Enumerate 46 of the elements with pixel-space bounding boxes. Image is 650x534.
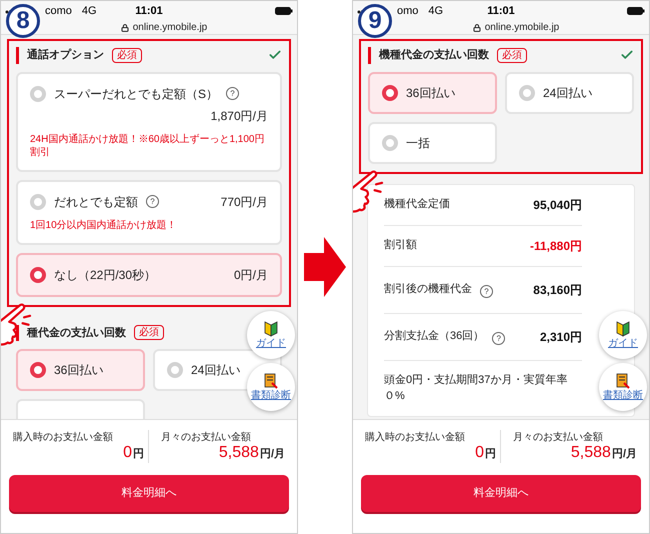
required-badge: 必須: [112, 48, 142, 63]
price-label: 頭金0円・支払期間37か月・実質年率０%: [384, 372, 568, 404]
summary-unit: 円: [485, 447, 496, 462]
summary-label: 購入時のお支払い金額: [365, 430, 466, 445]
option-price: 770円/月: [220, 194, 268, 210]
carrier-name: omo: [397, 4, 418, 19]
summary-unit: 円/月: [612, 447, 637, 462]
option-label: 一括: [406, 134, 430, 152]
option-label: 24回払い: [543, 84, 592, 102]
section-title: 機種代金の支払い回数: [368, 47, 489, 64]
option-label: だれとでも定額: [54, 194, 138, 210]
summary-amount: 5,588: [218, 445, 259, 461]
carrier-name: como: [45, 4, 72, 19]
option-price: 0円/月: [234, 266, 268, 284]
price-value: 95,040円: [533, 196, 582, 214]
option-price: 1,870円/月: [210, 108, 268, 124]
price-label: 割引額: [384, 238, 417, 254]
option-note: 24H国内通話かけ放題！※60歳以上ずーっと1,100円割引: [30, 132, 266, 158]
summary-amount: 0: [123, 445, 132, 461]
option-label: スーパーだれとでも定額（S）: [54, 86, 218, 102]
price-value: -11,880円: [530, 238, 582, 254]
network-type: 4G: [82, 4, 97, 19]
clock-time: 11:01: [134, 4, 164, 19]
summary-label: 月々のお支払い金額: [513, 430, 604, 445]
summary-unit: 円/月: [260, 447, 285, 462]
price-label: 分割支払金（36回）: [384, 328, 484, 344]
summary-amount: 0: [475, 445, 484, 461]
price-value: 83,160円: [533, 282, 582, 298]
network-type: 4G: [428, 4, 444, 19]
section-title: 通話オプション: [16, 47, 104, 64]
required-badge: 必須: [497, 48, 527, 63]
required-badge: 必須: [134, 325, 164, 340]
option-label: 24回払い: [191, 362, 240, 379]
summary-unit: 円: [133, 447, 144, 462]
summary-amount: 5,588: [570, 445, 611, 461]
clock-time: 11:01: [486, 4, 516, 19]
option-label: 36回払い: [54, 362, 104, 379]
option-label: なし（22円/30秒）: [54, 266, 156, 284]
section-title: 種代金の支払い回数: [16, 324, 126, 341]
summary-label: 月々のお支払い金額: [161, 430, 252, 445]
price-label: 機種代金定価: [384, 196, 450, 212]
option-label: 36回払い: [406, 84, 456, 102]
price-value: 2,310円: [540, 328, 582, 346]
price-label: 割引後の機種代金: [384, 282, 472, 298]
summary-label: 購入時のお支払い金額: [13, 430, 114, 445]
option-note: 1回10分以内国内通話かけ放題！: [30, 218, 178, 232]
